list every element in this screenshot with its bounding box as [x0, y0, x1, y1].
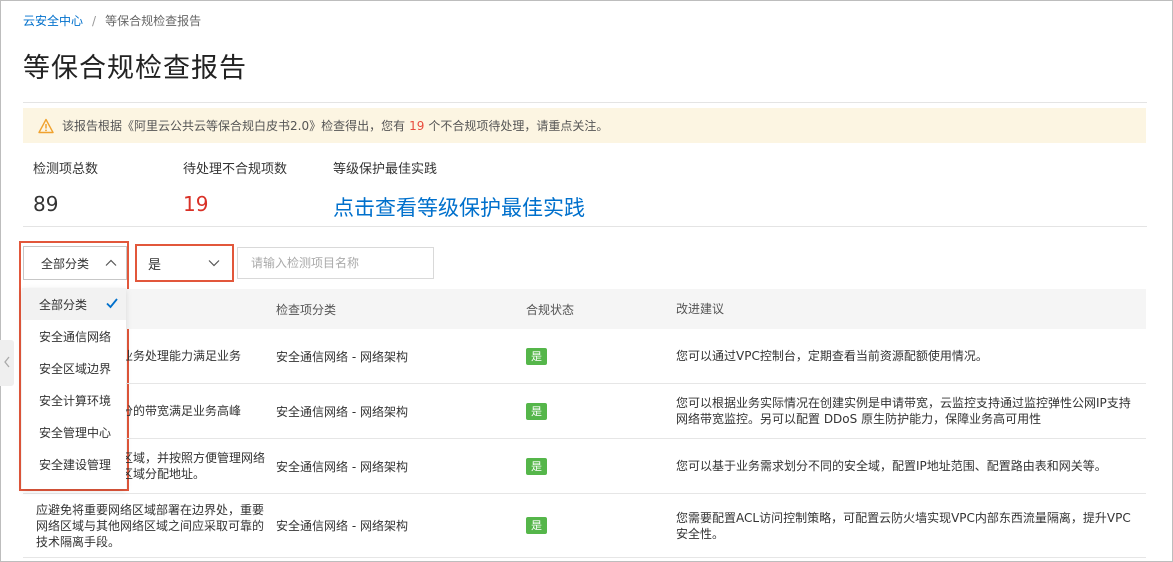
chevron-down-icon	[207, 256, 221, 274]
chevron-up-icon	[104, 256, 118, 273]
stat-best-practice: 等级保护最佳实践 点击查看等级保护最佳实践	[333, 158, 585, 222]
dropdown-option-label: 安全通信网络	[39, 329, 112, 344]
row-advice: 您可以通过VPC控制台，定期查看当前资源配额使用情况。	[676, 349, 988, 363]
stat-pending-value: 19	[183, 192, 209, 216]
sidebar-toggle[interactable]	[0, 340, 14, 386]
table-row: 应避免将重要网络区域部署在边界处，重要网络区域与其他网络区域之间应采取可靠的技术…	[23, 494, 1146, 558]
stat-total-value: 89	[33, 192, 59, 216]
compliance-table: 检查项分类 合规状态 改进建议 业务处理能力满足业务 安全通信网络 - 网络架构…	[23, 289, 1146, 558]
stat-best-label: 等级保护最佳实践	[333, 162, 438, 177]
status-badge: 是	[526, 347, 547, 365]
stats-divider	[23, 226, 1147, 227]
stat-pending-label: 待处理不合规项数	[183, 162, 288, 177]
alert-text-after: 个不合规项待处理，请重点关注。	[428, 119, 609, 133]
compliance-select-value: 是	[148, 258, 162, 273]
search-input[interactable]	[237, 247, 434, 279]
dropdown-option-construction[interactable]: 安全建设管理	[22, 448, 126, 480]
page-title: 等保合规检查报告	[23, 53, 247, 84]
compliance-select[interactable]: 是	[138, 248, 231, 279]
status-badge: 是	[526, 402, 547, 420]
alert-text-before: 该报告根据《阿里云公共云等保合规白皮书2.0》检查得出，您有	[62, 119, 406, 133]
row-category: 安全通信网络 - 网络架构	[276, 404, 408, 419]
status-badge: 是	[526, 517, 547, 534]
row-category: 安全通信网络 - 网络架构	[276, 459, 408, 474]
stat-pending: 待处理不合规项数 19	[183, 158, 287, 216]
title-divider	[23, 102, 1147, 103]
dropdown-option-label: 全部分类	[39, 297, 88, 312]
dropdown-option-label: 安全计算环境	[39, 393, 112, 408]
row-status: 是	[526, 402, 676, 420]
check-icon	[105, 296, 119, 313]
header-status: 合规状态	[526, 302, 575, 317]
row-category: 安全通信网络 - 网络架构	[276, 519, 408, 533]
stat-total: 检测项总数 89	[33, 158, 98, 216]
row-status: 是	[526, 347, 676, 365]
table-row: 业务处理能力满足业务 安全通信网络 - 网络架构 是 您可以通过VPC控制台，定…	[23, 329, 1146, 384]
table-row: 区域，并按照方便管理网络区域分配地址。 安全通信网络 - 网络架构 是 您可以基…	[23, 439, 1146, 494]
dropdown-option-computing[interactable]: 安全计算环境	[22, 384, 126, 416]
best-practice-link[interactable]: 点击查看等级保护最佳实践	[333, 192, 585, 222]
category-select-value: 全部分类	[41, 256, 90, 271]
breadcrumb-separator: /	[92, 13, 97, 28]
dropdown-option-all[interactable]: 全部分类	[22, 288, 126, 320]
row-advice: 您需要配置ACL访问控制策略，可配置云防火墙实现VPC内部东西流量隔离，提升VP…	[676, 510, 1131, 541]
dropdown-option-management[interactable]: 安全管理中心	[22, 416, 126, 448]
dropdown-option-label: 安全管理中心	[39, 425, 112, 440]
dropdown-option-boundary[interactable]: 安全区域边界	[22, 352, 126, 384]
dropdown-option-label: 安全区域边界	[39, 361, 112, 376]
breadcrumb: 云安全中心 / 等保合规检查报告	[23, 12, 201, 29]
row-advice: 您可以基于业务需求划分不同的安全域，配置IP地址范围、配置路由表和网关等。	[676, 459, 1107, 473]
chevron-left-icon	[2, 354, 12, 373]
dropdown-option-network[interactable]: 安全通信网络	[22, 320, 126, 352]
header-advice: 改进建议	[676, 302, 725, 316]
breadcrumb-root-link[interactable]: 云安全中心	[23, 12, 83, 29]
breadcrumb-current: 等保合规检查报告	[105, 14, 202, 28]
table-row: 分的带宽满足业务高峰 安全通信网络 - 网络架构 是 您可以根据业务实际情况在创…	[23, 384, 1146, 439]
header-category: 检查项分类	[276, 302, 337, 317]
category-select[interactable]: 全部分类	[23, 246, 127, 280]
dropdown-option-label: 安全建设管理	[39, 457, 112, 472]
row-status: 是	[526, 457, 676, 475]
warning-icon	[38, 118, 54, 134]
row-status: 是	[526, 517, 676, 534]
alert-banner: 该报告根据《阿里云公共云等保合规白皮书2.0》检查得出，您有 19 个不合规项待…	[23, 108, 1146, 143]
stat-total-label: 检测项总数	[33, 162, 99, 177]
row-category: 安全通信网络 - 网络架构	[276, 349, 408, 364]
row-advice: 您可以根据业务实际情况在创建实例是申请带宽，云监控支持通过监控弹性公网IP支持网…	[676, 396, 1131, 426]
row-requirement: 应避免将重要网络区域部署在边界处，重要网络区域与其他网络区域之间应采取可靠的技术…	[36, 502, 265, 549]
category-dropdown-menu: 全部分类 安全通信网络 安全区域边界 安全计算环境 安全管理中心 安全建设管理	[22, 288, 126, 489]
alert-count: 19	[409, 118, 425, 133]
table-header: 检查项分类 合规状态 改进建议	[23, 289, 1146, 329]
status-badge: 是	[526, 457, 547, 475]
